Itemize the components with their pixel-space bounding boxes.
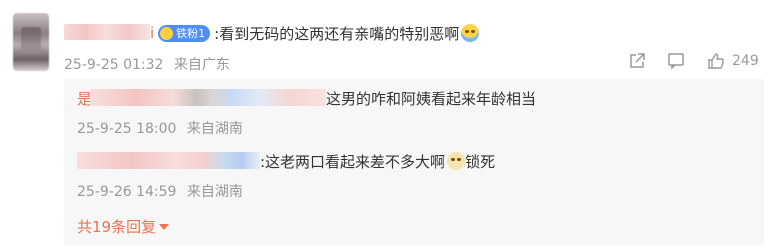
share-button[interactable] xyxy=(628,52,646,70)
comment-text: :看到无码的这两还有亲嘴的特别恶啊 xyxy=(214,24,460,43)
reply-body: :这老两口看起来差不多大啊 锁死 xyxy=(260,150,495,172)
fan-badge[interactable]: 铁粉1 xyxy=(158,24,211,42)
username-suffix[interactable]: i xyxy=(150,24,154,42)
reply-username-blurred[interactable] xyxy=(90,89,326,106)
reply-username-blurred[interactable] xyxy=(77,152,260,169)
comment-button[interactable] xyxy=(667,52,685,70)
reply-date: 25-9-26 14:59 xyxy=(77,184,177,200)
more-replies-label: 共19条回复 xyxy=(77,218,157,236)
reply-text: :这老两口看起来差不多大啊 xyxy=(260,152,446,171)
username-blurred[interactable] xyxy=(64,24,150,40)
chevron-down-icon xyxy=(159,223,170,230)
comment-date: 25-9-25 01:32 xyxy=(64,57,164,73)
fan-badge-label: 铁粉1 xyxy=(176,27,206,40)
share-icon xyxy=(630,53,645,68)
crying-face-icon xyxy=(461,24,480,42)
reply-location: 来自湖南 xyxy=(186,121,243,137)
fan-badge-icon xyxy=(160,26,174,40)
reply-meta: 25-9-26 14:59 来自湖南 xyxy=(77,181,243,201)
like-count: 249 xyxy=(732,53,759,69)
comment-icon xyxy=(668,53,684,70)
reply-location: 来自湖南 xyxy=(186,184,243,200)
reply-date: 25-9-25 18:00 xyxy=(77,121,177,137)
dog-face-icon xyxy=(447,152,466,170)
like-button[interactable]: 249 xyxy=(707,52,759,70)
comment-location: 来自广东 xyxy=(173,57,230,73)
comment-body: i 铁粉1 :看到无码的这两还有亲嘴的特别恶啊 xyxy=(150,21,480,45)
comment-meta: 25-9-25 01:32 来自广东 xyxy=(64,54,230,74)
thumbs-up-icon xyxy=(708,53,724,69)
avatar[interactable] xyxy=(13,13,49,71)
more-replies-link[interactable]: 共19条回复 xyxy=(77,216,170,237)
reply-meta: 25-9-25 18:00 来自湖南 xyxy=(77,118,243,138)
reply-text-after: 锁死 xyxy=(465,152,496,171)
reply-text: 这男的咋和阿姨看起来年龄相当 xyxy=(326,89,537,108)
